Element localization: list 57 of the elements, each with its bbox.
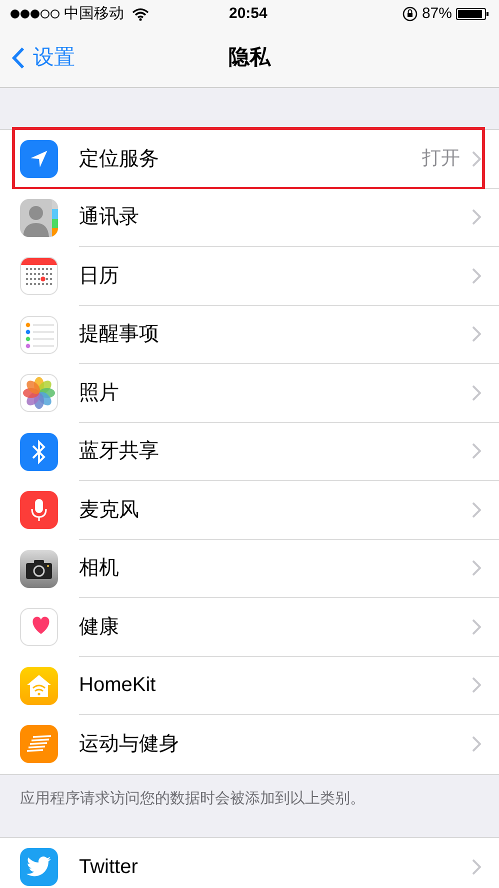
microphone-icon — [20, 491, 58, 530]
settings-row[interactable]: HomeKit — [0, 656, 499, 715]
bluetooth-icon — [20, 432, 58, 471]
motion-lines-icon — [20, 725, 58, 764]
chevron-icon — [472, 150, 481, 167]
signal-icon — [10, 9, 60, 19]
chevron-icon — [472, 268, 481, 284]
chevron-icon — [472, 560, 481, 576]
battery-icon — [456, 8, 489, 20]
settings-row[interactable]: 通讯录 — [0, 188, 499, 247]
chevron-icon — [472, 209, 481, 226]
house-icon — [20, 666, 58, 705]
row-label: HomeKit — [79, 673, 157, 698]
row-label: 提醒事项 — [79, 322, 160, 348]
battery-percent: 87% — [422, 4, 452, 24]
row-label: 蓝牙共享 — [79, 439, 160, 464]
row-value: 打开 — [422, 146, 460, 170]
settings-row[interactable]: 麦克风 — [0, 481, 499, 540]
row-label: 运动与健身 — [79, 732, 180, 758]
row-label: 照片 — [79, 380, 120, 406]
settings-row[interactable]: 提醒事项 — [0, 306, 499, 364]
settings-row[interactable]: 相机 — [0, 540, 499, 598]
row-label: 日历 — [79, 264, 120, 289]
calendar-icon — [20, 257, 58, 296]
chevron-icon — [472, 502, 481, 518]
chevron-icon — [472, 618, 481, 635]
camera-icon — [20, 550, 58, 588]
chevron-icon — [472, 326, 481, 342]
row-label: 通讯录 — [79, 205, 140, 230]
photos-flower-icon — [20, 374, 58, 412]
nav-title: 隐私 — [228, 44, 270, 71]
settings-row[interactable]: Twitter — [0, 838, 499, 888]
chevron-icon — [472, 858, 481, 875]
chevron-icon — [472, 443, 481, 460]
settings-row[interactable]: 健康 — [0, 598, 499, 656]
settings-row[interactable]: 照片 — [0, 364, 499, 422]
settings-row[interactable]: 运动与健身 — [0, 715, 499, 774]
row-label: 定位服务 — [79, 146, 160, 172]
row-label: 健康 — [79, 614, 120, 640]
chevron-icon — [472, 736, 481, 752]
settings-row[interactable]: 定位服务 打开 — [0, 130, 499, 188]
chevron-icon — [472, 384, 481, 401]
footer-note: 应用程序请求访问您的数据时会被添加到以上类别。 — [20, 790, 365, 806]
settings-row[interactable]: 蓝牙共享 — [0, 422, 499, 481]
wifi-icon — [132, 8, 149, 20]
rotation-lock-icon — [402, 6, 418, 22]
clock-time: 20:54 — [229, 4, 268, 24]
contacts-icon — [20, 198, 58, 237]
reminders-list-icon — [20, 316, 58, 354]
chevron-icon — [472, 677, 481, 694]
back-chevron-icon — [12, 46, 25, 68]
row-label: 麦克风 — [79, 498, 140, 523]
row-label: Twitter — [79, 854, 139, 880]
bird-icon — [20, 848, 58, 886]
carrier-name: 中国移动 — [64, 4, 124, 24]
settings-row[interactable]: 日历 — [0, 247, 499, 306]
row-label: 相机 — [79, 556, 120, 582]
